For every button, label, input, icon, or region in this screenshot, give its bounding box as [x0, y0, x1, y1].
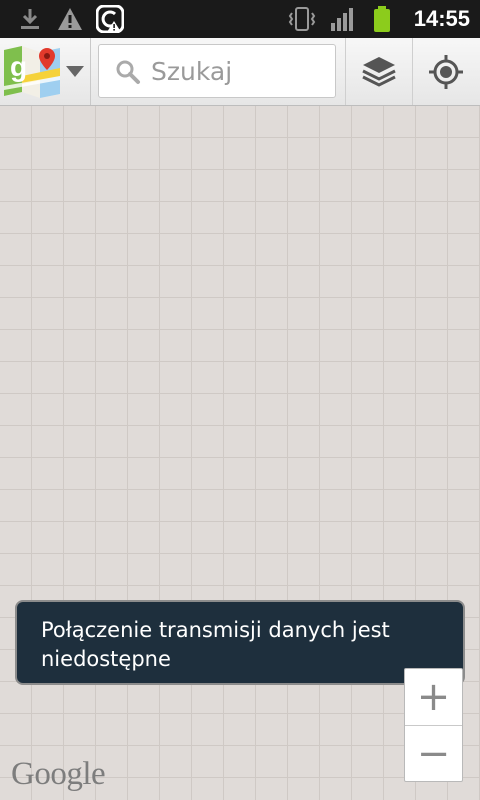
battery-icon — [373, 6, 390, 32]
my-location-icon — [429, 55, 463, 89]
toast-text: Połączenie transmisji danych jest niedos… — [41, 618, 390, 671]
search-input[interactable]: Szukaj — [98, 44, 336, 98]
status-bar: 14:55 — [0, 0, 480, 38]
zoom-out-button[interactable]: − — [405, 726, 462, 782]
search-placeholder: Szukaj — [151, 57, 233, 86]
sync-alert-icon — [96, 5, 124, 33]
maps-toolbar: g Szukaj — [0, 38, 480, 106]
vibrate-icon — [288, 7, 315, 31]
signal-icon — [330, 8, 353, 31]
status-time: 14:55 — [413, 6, 470, 31]
svg-text:g: g — [10, 51, 27, 82]
google-watermark: Google — [11, 756, 106, 792]
my-location-button[interactable] — [413, 38, 480, 105]
toast-message: Połączenie transmisji danych jest niedos… — [15, 600, 465, 685]
download-icon — [21, 9, 39, 29]
maps-logo-icon: g — [4, 46, 60, 98]
notification-icons — [16, 5, 124, 33]
zoom-controls: + − — [404, 668, 463, 782]
layers-button[interactable] — [346, 38, 412, 105]
layers-icon — [362, 57, 396, 87]
maps-app-menu-button[interactable]: g — [0, 38, 91, 105]
zoom-in-button[interactable]: + — [405, 669, 462, 726]
warning-icon — [58, 8, 82, 30]
search-icon — [116, 60, 140, 84]
dropdown-arrow-icon — [66, 66, 84, 77]
system-icons: 14:55 — [288, 5, 470, 33]
